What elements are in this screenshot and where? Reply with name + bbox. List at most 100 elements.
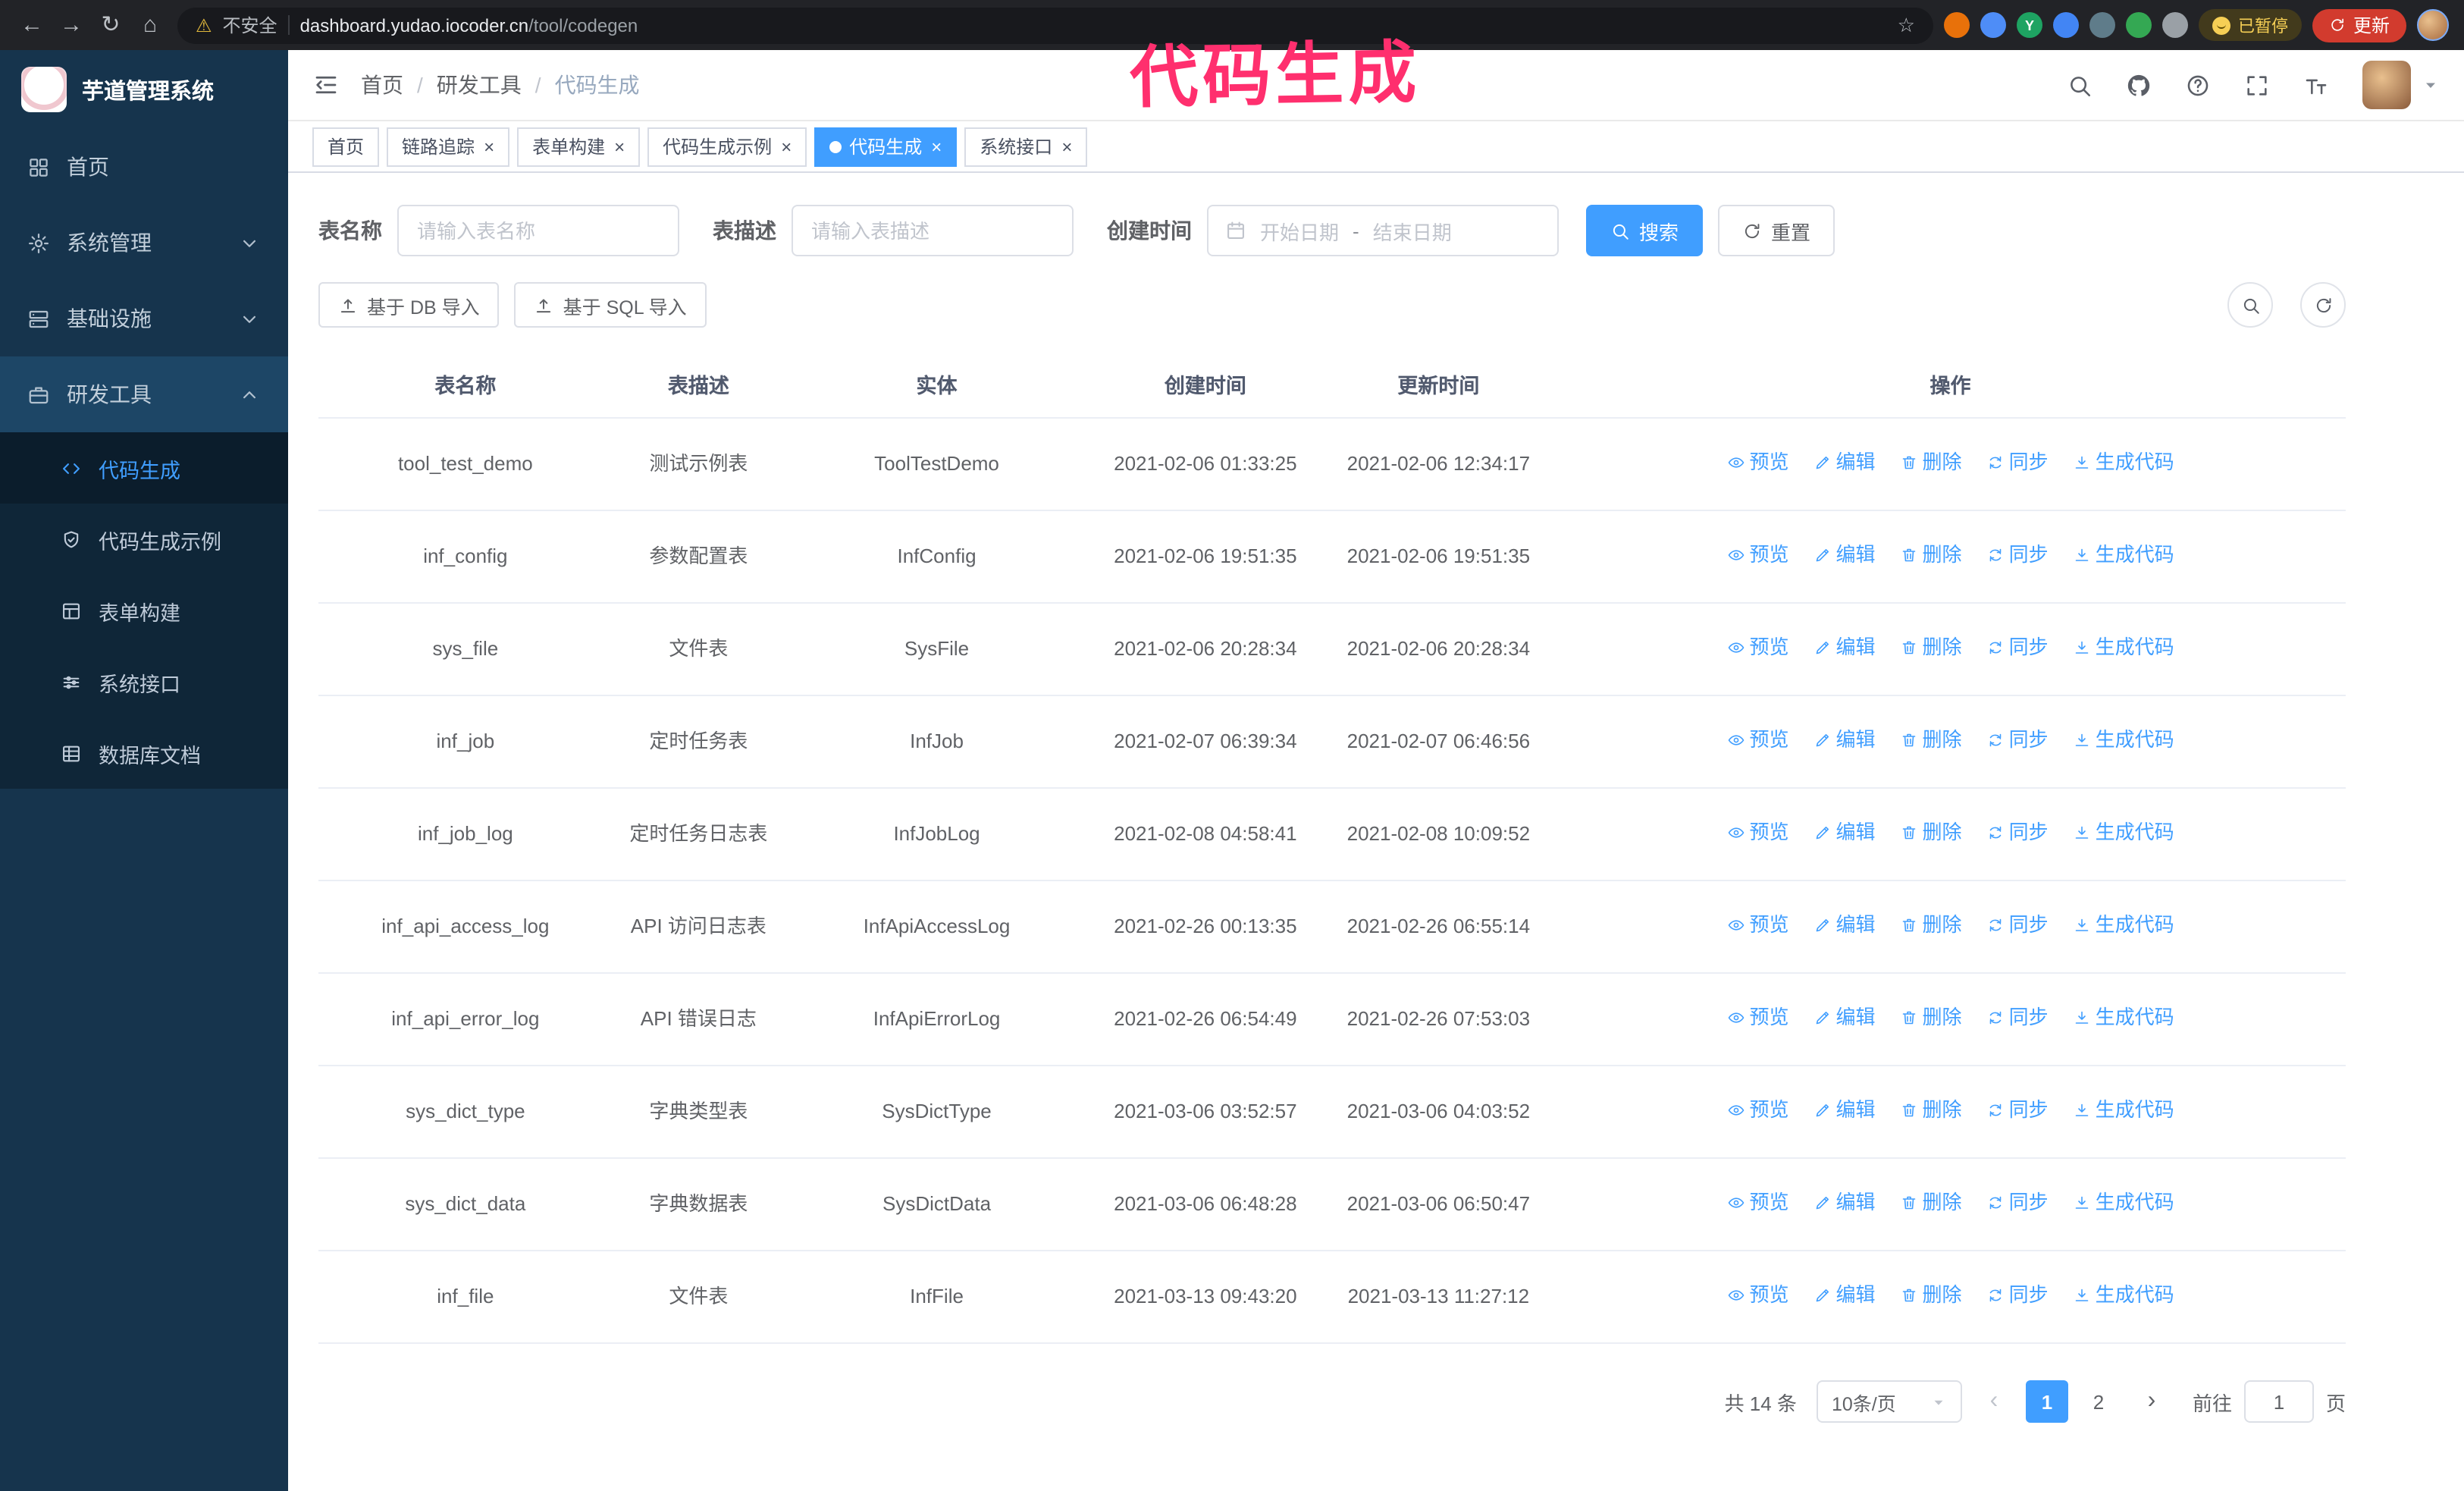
extension-icon-green-y[interactable]: Y [2016,12,2042,38]
browser-profile-avatar[interactable] [2417,9,2449,41]
security-label[interactable]: 不安全 [223,12,277,38]
action-sync[interactable]: 同步 [1986,724,2049,757]
action-edit[interactable]: 编辑 [1814,909,1876,942]
extension-icon-people[interactable] [2052,12,2079,38]
breadcrumb-item-tools[interactable]: 研发工具 [437,70,522,100]
import-db-button[interactable]: 基于 DB 导入 [318,282,500,328]
action-eye[interactable]: 预览 [1726,1279,1789,1312]
reset-button[interactable]: 重置 [1718,205,1835,256]
close-tab-icon[interactable]: × [931,137,942,155]
action-trash[interactable]: 删除 [1900,724,1962,757]
action-trash[interactable]: 删除 [1900,1279,1962,1312]
refresh-table-button[interactable] [2300,282,2346,328]
table-name-input[interactable] [397,205,679,256]
action-download[interactable]: 生成代码 [2073,1186,2174,1219]
tab-1[interactable]: 链路追踪 × [387,127,510,166]
github-icon[interactable] [2126,72,2152,98]
app-logo[interactable]: 芋道管理系统 [0,50,288,129]
paused-badge[interactable]: 已暂停 [2198,9,2302,41]
user-avatar[interactable] [2362,61,2440,109]
tab-5[interactable]: 系统接口 × [964,127,1088,166]
action-eye[interactable]: 预览 [1726,816,1789,849]
action-eye[interactable]: 预览 [1726,446,1789,479]
update-button[interactable]: 更新 [2312,8,2406,42]
breadcrumb-item-home[interactable]: 首页 [361,70,403,100]
goto-page-input[interactable] [2243,1380,2314,1423]
home-icon[interactable]: ⌂ [133,8,167,42]
close-tab-icon[interactable]: × [614,137,625,155]
action-edit[interactable]: 编辑 [1814,1001,1876,1034]
sidebar-item-toolbox[interactable]: 研发工具 [0,356,288,432]
action-trash[interactable]: 删除 [1900,538,1962,572]
menu-fold-icon[interactable] [312,71,340,99]
tab-2[interactable]: 表单构建 × [517,127,641,166]
search-icon[interactable] [2067,72,2093,98]
action-trash[interactable]: 删除 [1900,816,1962,849]
sidebar-item-gear[interactable]: 系统管理 [0,205,288,281]
sidebar-item-home[interactable]: 首页 [0,129,288,205]
action-download[interactable]: 生成代码 [2073,1094,2174,1127]
sidebar-item-database[interactable]: 数据库文档 [0,717,288,789]
action-sync[interactable]: 同步 [1986,1186,2049,1219]
question-icon[interactable] [2185,72,2211,98]
sidebar-item-form[interactable]: 表单构建 [0,575,288,646]
forward-icon[interactable]: → [55,8,88,42]
action-sync[interactable]: 同步 [1986,538,2049,572]
action-edit[interactable]: 编辑 [1814,538,1876,572]
action-eye[interactable]: 预览 [1726,1001,1789,1034]
action-edit[interactable]: 编辑 [1814,1279,1876,1312]
action-download[interactable]: 生成代码 [2073,816,2174,849]
font-size-icon[interactable] [2303,72,2329,98]
sidebar-item-code[interactable]: 代码生成 [0,432,288,504]
import-sql-button[interactable]: 基于 SQL 导入 [514,282,707,328]
action-trash[interactable]: 删除 [1900,1094,1962,1127]
bookmark-star-icon[interactable]: ☆ [1898,13,1915,37]
action-sync[interactable]: 同步 [1986,631,2049,664]
action-sync[interactable]: 同步 [1986,1001,2049,1034]
action-edit[interactable]: 编辑 [1814,724,1876,757]
extension-icon-green[interactable] [2125,12,2152,38]
action-download[interactable]: 生成代码 [2073,724,2174,757]
action-eye[interactable]: 预览 [1726,1094,1789,1127]
action-sync[interactable]: 同步 [1986,446,2049,479]
page-button-1[interactable]: 1 [2025,1380,2068,1423]
action-edit[interactable]: 编辑 [1814,816,1876,849]
action-trash[interactable]: 删除 [1900,1001,1962,1034]
tab-4[interactable]: 代码生成 × [814,127,958,166]
close-tab-icon[interactable]: × [484,137,494,155]
next-page-button[interactable]: › [2133,1380,2170,1423]
action-edit[interactable]: 编辑 [1814,1186,1876,1219]
sidebar-item-api[interactable]: 系统接口 [0,646,288,717]
action-download[interactable]: 生成代码 [2073,1279,2174,1312]
action-trash[interactable]: 删除 [1900,446,1962,479]
prev-page-button[interactable]: ‹ [1975,1380,2012,1423]
reload-icon[interactable]: ↻ [94,8,127,42]
address-bar[interactable]: ⚠ 不安全 dashboard.yudao.iocoder.cn/tool/co… [177,7,1933,43]
action-download[interactable]: 生成代码 [2073,1001,2174,1034]
action-eye[interactable]: 预览 [1726,1186,1789,1219]
action-eye[interactable]: 预览 [1726,631,1789,664]
table-desc-input[interactable] [792,205,1074,256]
action-trash[interactable]: 删除 [1900,909,1962,942]
action-trash[interactable]: 删除 [1900,631,1962,664]
fullscreen-icon[interactable] [2244,72,2270,98]
extension-icon-orange[interactable] [1943,12,1970,38]
close-tab-icon[interactable]: × [1061,137,1072,155]
url-text[interactable]: dashboard.yudao.iocoder.cn/tool/codegen [300,14,1887,36]
action-download[interactable]: 生成代码 [2073,909,2174,942]
action-trash[interactable]: 删除 [1900,1186,1962,1219]
action-sync[interactable]: 同步 [1986,1279,2049,1312]
action-sync[interactable]: 同步 [1986,816,2049,849]
action-download[interactable]: 生成代码 [2073,446,2174,479]
page-button-2[interactable]: 2 [2077,1380,2120,1423]
page-size-select[interactable]: 10条/页 [1816,1380,1962,1423]
tab-0[interactable]: 首页 [312,127,380,166]
action-eye[interactable]: 预览 [1726,909,1789,942]
extension-icon-gray[interactable] [2089,12,2115,38]
action-edit[interactable]: 编辑 [1814,1094,1876,1127]
search-button[interactable]: 搜索 [1586,205,1704,256]
action-eye[interactable]: 预览 [1726,538,1789,572]
action-sync[interactable]: 同步 [1986,1094,2049,1127]
sidebar-item-shield[interactable]: 代码生成示例 [0,504,288,575]
action-edit[interactable]: 编辑 [1814,446,1876,479]
